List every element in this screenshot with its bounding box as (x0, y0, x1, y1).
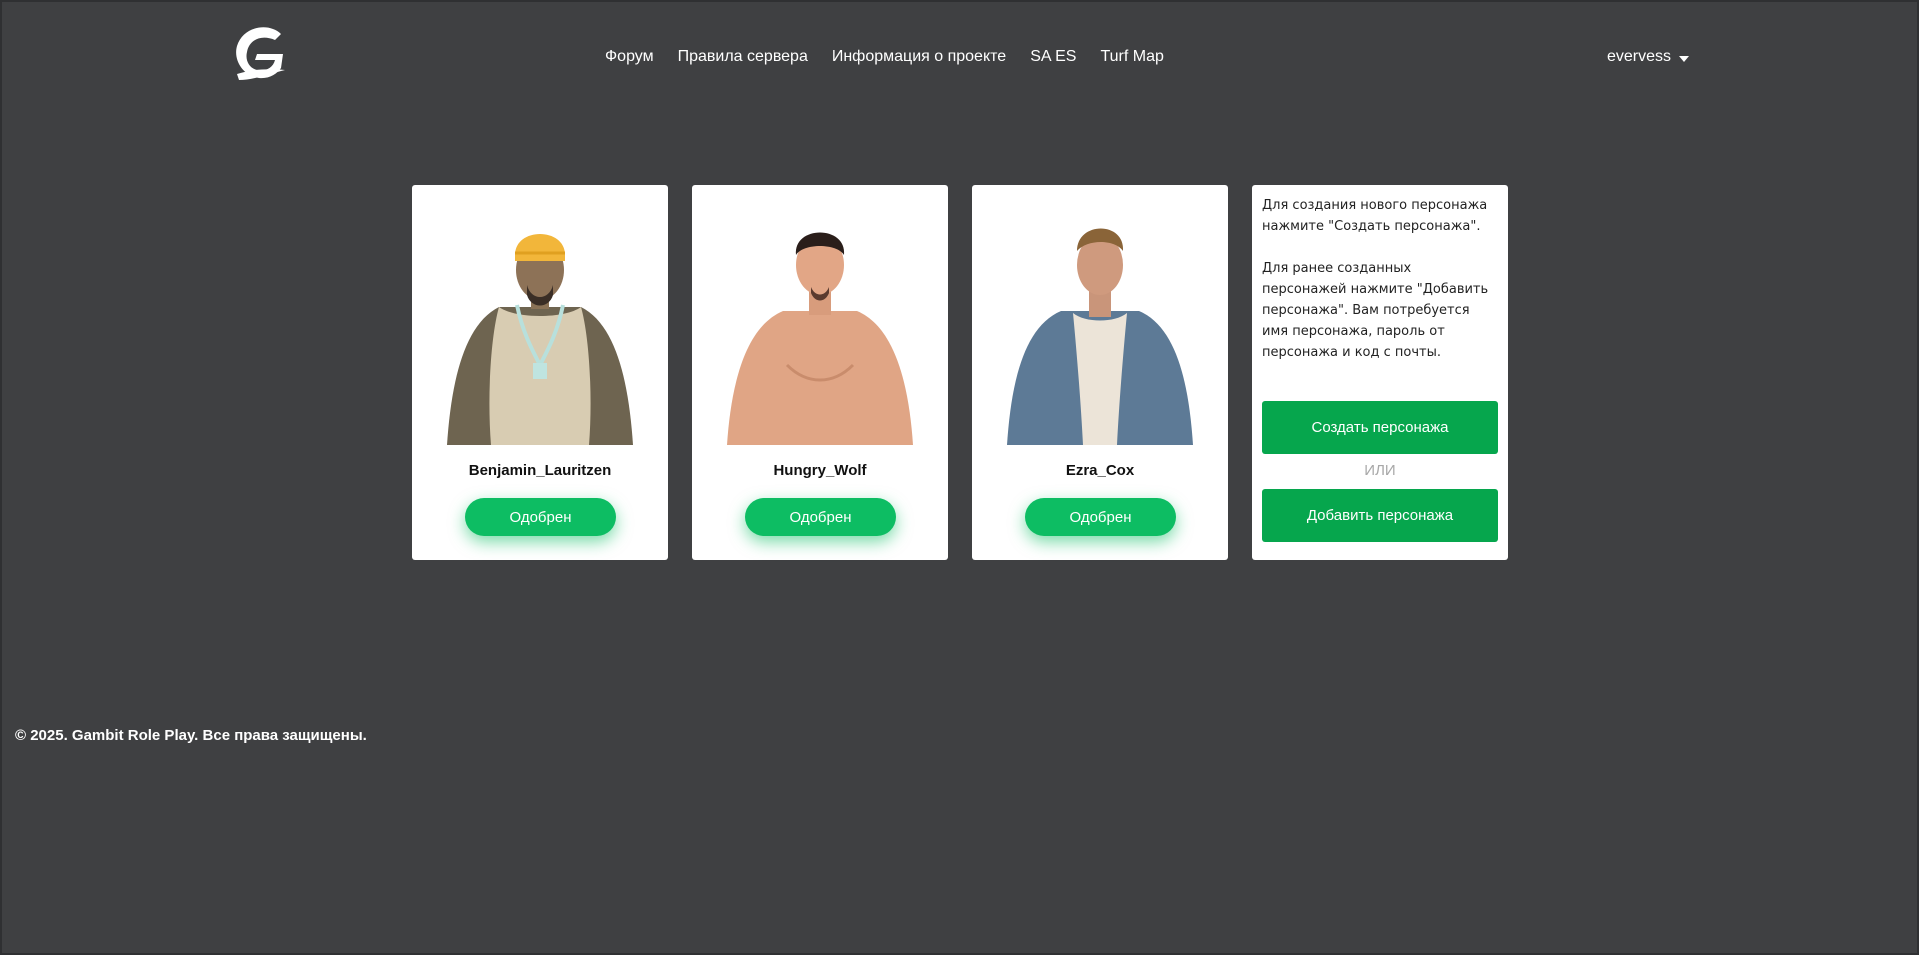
character-card: Benjamin_Lauritzen Одобрен (412, 185, 668, 560)
nav-project-info-link[interactable]: Информация о проекте (832, 46, 1006, 68)
bandana-man-portrait (447, 234, 633, 445)
character-name: Hungry_Wolf (773, 462, 867, 479)
create-instructions-text: Для создания нового персонажа нажмите "С… (1262, 198, 1488, 234)
character-card: Hungry_Wolf Одобрен (692, 185, 948, 560)
main-nav: Форум Правила сервера Информация о проек… (605, 46, 1188, 68)
caret-down-icon (1679, 55, 1690, 62)
denim-vest-man-portrait (1007, 228, 1193, 445)
character-card: Ezra_Cox Одобрен (972, 185, 1228, 560)
footer-copyright: © 2025. Gambit Role Play. Все права защи… (15, 727, 367, 744)
status-approved-button[interactable]: Одобрен (1025, 498, 1176, 536)
nav-forum-link[interactable]: Форум (605, 46, 654, 68)
add-character-button[interactable]: Добавить персонажа (1262, 489, 1498, 542)
status-approved-button[interactable]: Одобрен (465, 498, 616, 536)
or-separator: ИЛИ (1364, 462, 1396, 479)
add-character-card: Для создания нового персонажа нажмите "С… (1252, 185, 1508, 560)
gambit-logo-icon[interactable] (229, 24, 291, 82)
add-instructions-text: Для ранее созданных персонажей нажмите "… (1262, 261, 1489, 360)
nav-sa-es-link[interactable]: SA ES (1030, 46, 1076, 68)
user-menu[interactable]: evervess (1607, 46, 1690, 68)
nav-rules-link[interactable]: Правила сервера (678, 46, 808, 68)
status-approved-button[interactable]: Одобрен (745, 498, 896, 536)
character-name: Ezra_Cox (1065, 462, 1135, 479)
character-cards: Benjamin_Lauritzen Одобрен Hungry_Wolf О… (412, 185, 1508, 560)
create-character-button[interactable]: Создать персонажа (1262, 401, 1498, 454)
character-name: Benjamin_Lauritzen (468, 462, 612, 479)
nav-turf-map-link[interactable]: Turf Map (1100, 46, 1163, 68)
shirtless-man-portrait (727, 232, 913, 445)
username: evervess (1607, 48, 1672, 65)
